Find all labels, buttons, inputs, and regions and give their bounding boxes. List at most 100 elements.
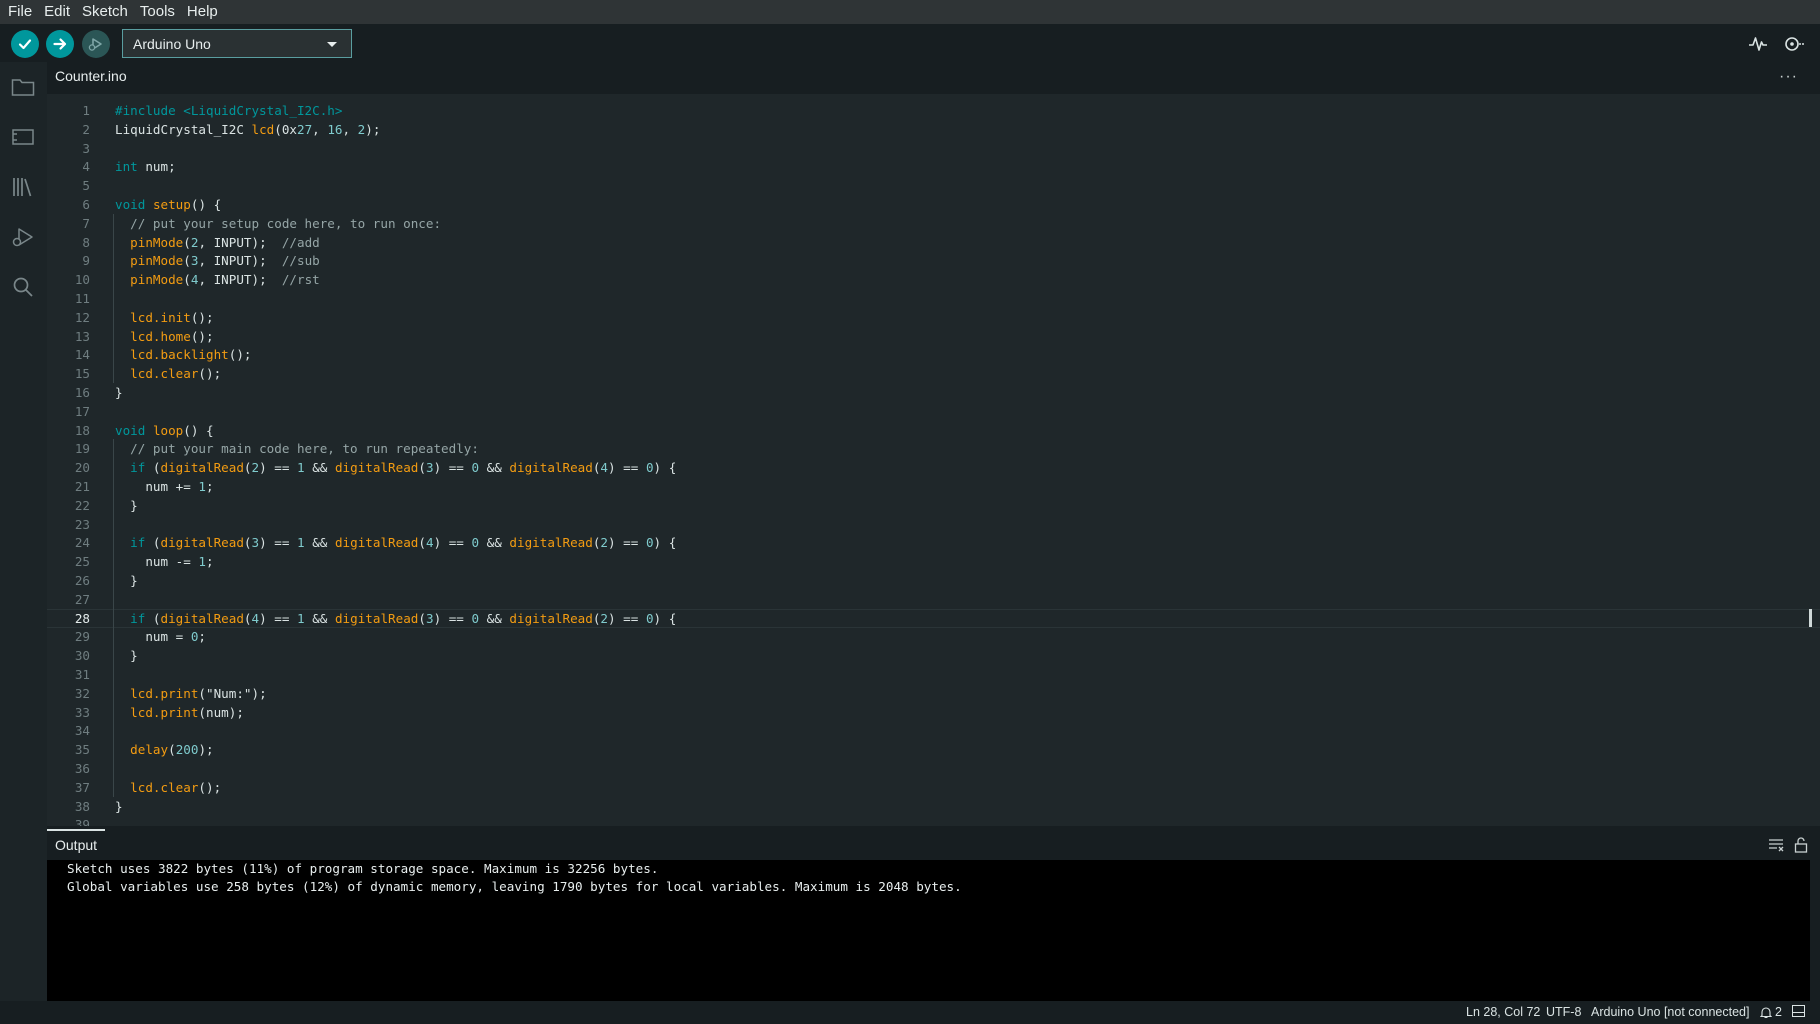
- code-line: 12 lcd.init();: [47, 308, 1807, 327]
- menu-sketch[interactable]: Sketch: [76, 0, 134, 24]
- code-token: setup: [152, 197, 191, 212]
- line-number: 31: [74, 667, 90, 682]
- code-token: &&: [304, 535, 335, 551]
- code-token: ) ==: [433, 610, 472, 626]
- code-token: 0: [645, 460, 654, 476]
- editor-tab-bar: Counter.ino ···: [47, 62, 1820, 94]
- line-number: 39: [74, 817, 90, 826]
- code-text: num += 1;: [115, 477, 213, 496]
- code-token: 1: [297, 460, 305, 476]
- debug-icon[interactable]: [10, 224, 36, 250]
- line-number: 10: [74, 272, 90, 288]
- code-token: }: [115, 798, 123, 814]
- code-text: delay(200);: [115, 740, 213, 759]
- sketchbook-folder-icon[interactable]: [10, 74, 36, 100]
- code-token: }: [115, 648, 138, 664]
- code-text: lcd.clear();: [115, 364, 221, 383]
- line-number: 25: [74, 554, 90, 570]
- serial-plotter-icon: [1749, 37, 1767, 51]
- code-token: loop: [152, 422, 184, 438]
- code-line: 39: [47, 815, 1807, 826]
- code-text: if (digitalRead(4) == 1 && digitalRead(3…: [115, 609, 676, 628]
- panel-icon: [1792, 1005, 1805, 1017]
- serial-monitor-button[interactable]: [1782, 32, 1806, 56]
- boards-manager-icon[interactable]: [10, 124, 36, 150]
- code-token: ) ==: [608, 610, 646, 626]
- code-token: if: [130, 460, 146, 476]
- code-line: 26 }: [47, 571, 1807, 590]
- code-token: lcd.print: [130, 685, 199, 701]
- code-token: (: [243, 460, 252, 476]
- output-line: Global variables use 258 bytes (12%) of …: [67, 879, 962, 894]
- code-editor[interactable]: 1 #include <LiquidCrystal_I2C.h> 2 LiquidCr…: [47, 94, 1820, 826]
- code-line: 25 num -= 1;: [47, 552, 1807, 571]
- code-text: lcd.print(num);: [115, 703, 244, 722]
- code-token: ) {: [653, 610, 677, 626]
- file-encoding[interactable]: UTF-8: [1546, 1005, 1581, 1019]
- code-token: }: [115, 497, 138, 513]
- menu-help[interactable]: Help: [181, 0, 224, 24]
- line-number: 12: [74, 309, 90, 325]
- line-number: 26: [74, 573, 90, 588]
- code-token: 27: [296, 121, 313, 137]
- board-selector-label: Arduino Uno: [133, 35, 211, 52]
- board-status[interactable]: Arduino Uno [not connected]: [1591, 1005, 1749, 1019]
- tab-counter-ino[interactable]: Counter.ino: [55, 68, 127, 84]
- menu-edit[interactable]: Edit: [38, 0, 76, 24]
- code-line: 35 delay(200);: [47, 740, 1807, 759]
- cursor-position[interactable]: Ln 28, Col 72: [1466, 1005, 1540, 1019]
- activity-bar: [0, 62, 47, 1024]
- toggle-panel-button[interactable]: [1792, 1005, 1805, 1020]
- code-token: &&: [479, 460, 510, 476]
- code-text: lcd.init();: [115, 308, 214, 327]
- output-tab-indicator: [47, 829, 105, 831]
- line-number: 20: [74, 460, 90, 476]
- code-token: (: [183, 234, 191, 250]
- code-line: 38}: [47, 797, 1807, 816]
- line-number: 17: [74, 403, 90, 419]
- line-number: 23: [74, 516, 90, 532]
- code-token: (: [145, 610, 161, 626]
- output-line: Sketch uses 3822 bytes (11%) of program …: [67, 861, 659, 876]
- upload-button[interactable]: [46, 30, 74, 58]
- line-number: 24: [74, 535, 90, 551]
- code-token: ) {: [653, 535, 677, 551]
- code-token: if: [130, 535, 146, 551]
- library-manager-icon[interactable]: [10, 174, 36, 200]
- code-token: digitalRead: [160, 535, 244, 551]
- board-selector[interactable]: Arduino Uno: [122, 29, 352, 58]
- code-line: 18 void loop() {: [47, 421, 1807, 440]
- code-line: 19 // put your main code here, to run re…: [47, 439, 1807, 458]
- code-token: num -=: [115, 554, 199, 570]
- line-number: 19: [74, 441, 90, 457]
- code-token: () {: [190, 197, 222, 212]
- notifications-button[interactable]: 2: [1760, 1005, 1782, 1019]
- scroll-lock-button[interactable]: [1792, 836, 1810, 854]
- more-tabs-icon[interactable]: ···: [1779, 68, 1798, 86]
- code-line: 30 }: [47, 646, 1807, 665]
- tab-output[interactable]: Output: [55, 837, 97, 853]
- code-text: void loop() {: [115, 421, 214, 440]
- code-line: 37 lcd.clear();: [47, 778, 1807, 797]
- code-line: 7 // put your setup code here, to run on…: [47, 214, 1807, 233]
- output-console[interactable]: Sketch uses 3822 bytes (11%) of program …: [47, 860, 1810, 1001]
- clear-output-button[interactable]: [1767, 836, 1785, 854]
- line-number: 14: [74, 347, 90, 363]
- code-token: (: [168, 742, 176, 758]
- code-token: &&: [304, 460, 335, 476]
- code-token: digitalRead: [334, 610, 419, 626]
- code-token: ();: [190, 309, 214, 325]
- code-token: 1: [198, 554, 206, 570]
- serial-plotter-button[interactable]: [1746, 32, 1770, 56]
- menu-tools[interactable]: Tools: [134, 0, 181, 24]
- code-token: //rst: [281, 272, 320, 288]
- search-icon[interactable]: [10, 274, 36, 300]
- debug-button[interactable]: [82, 30, 110, 58]
- verify-button[interactable]: [11, 30, 39, 58]
- menu-file[interactable]: File: [2, 0, 38, 24]
- code-token: #include <LiquidCrystal_I2C.h>: [115, 103, 343, 118]
- code-token: (0x: [274, 121, 297, 137]
